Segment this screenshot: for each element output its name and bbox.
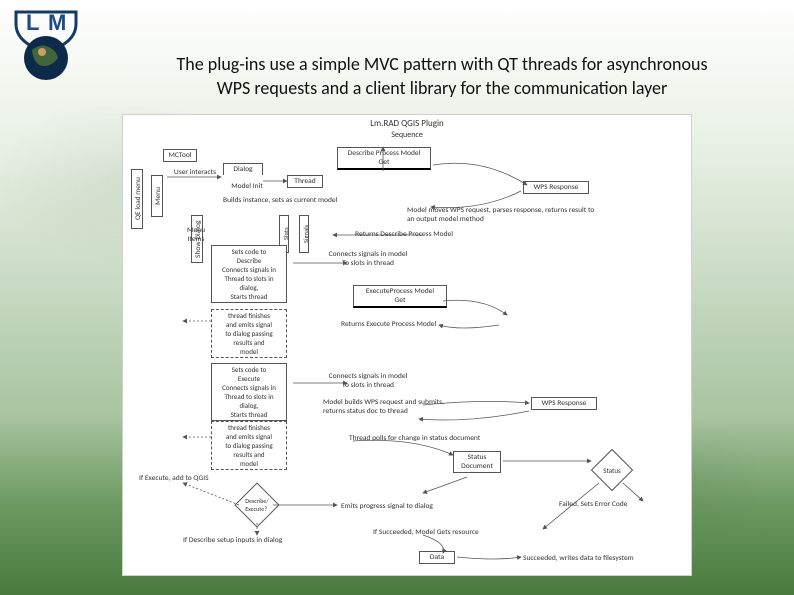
lbl-user-interacts: User interacts xyxy=(171,169,219,178)
lbl-emits-progress: Emits progress signal to dialog xyxy=(341,503,471,512)
svg-text:L: L xyxy=(26,10,39,35)
box-exec-process: ExecuteProcess Model Get xyxy=(353,285,447,308)
box-data: Data xyxy=(419,551,455,564)
lbl-failed: Failed, Sets Error Code xyxy=(559,501,669,510)
lbl-model-init: Model Init xyxy=(227,183,267,192)
diamond-describe-execute: Describe/ Execute? xyxy=(234,482,279,527)
box-status-doc: Status Document xyxy=(453,451,501,473)
box-wps-response-2: WPS Response xyxy=(531,397,597,410)
lbl-model-submits: Model builds WPS request and submits, re… xyxy=(323,399,519,416)
lm-logo: L M xyxy=(14,10,78,84)
box-wps-response-1: WPS Response xyxy=(523,181,589,194)
diagram-title: Lm.RAD QGIS Plugin xyxy=(123,119,691,129)
sequence-diagram: Lm.RAD QGIS Plugin Sequence MCTool QE lo… xyxy=(122,114,692,576)
box-dialog: Dialog xyxy=(223,163,263,175)
box-thread: Thread xyxy=(287,175,323,188)
lbl-menu-items: Menu Items xyxy=(179,227,213,244)
slide-title: The plug-ins use a simple MVC pattern wi… xyxy=(140,52,744,101)
lbl-model-resp: Model moves WPS request, parses response… xyxy=(407,207,597,224)
diamond-status: Status xyxy=(591,449,633,491)
diagram-subtitle: Sequence xyxy=(123,131,691,140)
title-line-1: The plug-ins use a simple MVC pattern wi… xyxy=(176,53,707,75)
box-qe-loadmenu: QE load menu xyxy=(131,169,143,229)
lbl-returns-exec: Returns Execute Process Model xyxy=(341,321,481,330)
box-thread-finishes-1: thread finishes and emits signal to dial… xyxy=(211,309,287,358)
box-menu: Menu xyxy=(151,175,163,217)
title-line-2: WPS requests and a client library for th… xyxy=(217,77,668,99)
box-describe-block: Sets code to Describe Connects signals i… xyxy=(211,245,287,303)
lbl-succeeded: Succeeded, writes data to filesystem xyxy=(523,555,683,564)
lbl-if-execute: If Execute, add to QGIS xyxy=(139,475,239,484)
lbl-if-describe: If Describe setup inputs in dialog xyxy=(183,537,343,546)
box-signals: Signals xyxy=(299,215,309,253)
box-exec-block: Sets code to Execute Connects signals in… xyxy=(211,363,287,421)
svg-text:M: M xyxy=(48,10,66,35)
lbl-thread-polls: Thread polls for change in status docume… xyxy=(349,435,529,444)
lbl-connects-2: Connects signals in model To slots in th… xyxy=(313,373,423,390)
lbl-returns-describe: Returns Describe Process Model xyxy=(355,231,505,240)
lbl-connects-1: Connects signals in model To slots in th… xyxy=(313,251,423,268)
box-thread-finishes-2: thread finishes and emits signal to dial… xyxy=(211,421,287,470)
box-mctool: MCTool xyxy=(163,149,197,162)
lbl-builds-instance: Builds instance, sets as current model xyxy=(223,197,353,206)
box-describe-process: Describe Process Model Get xyxy=(337,147,431,170)
lbl-if-succeeded: If Succeeded, Model Gets resource xyxy=(373,529,523,538)
